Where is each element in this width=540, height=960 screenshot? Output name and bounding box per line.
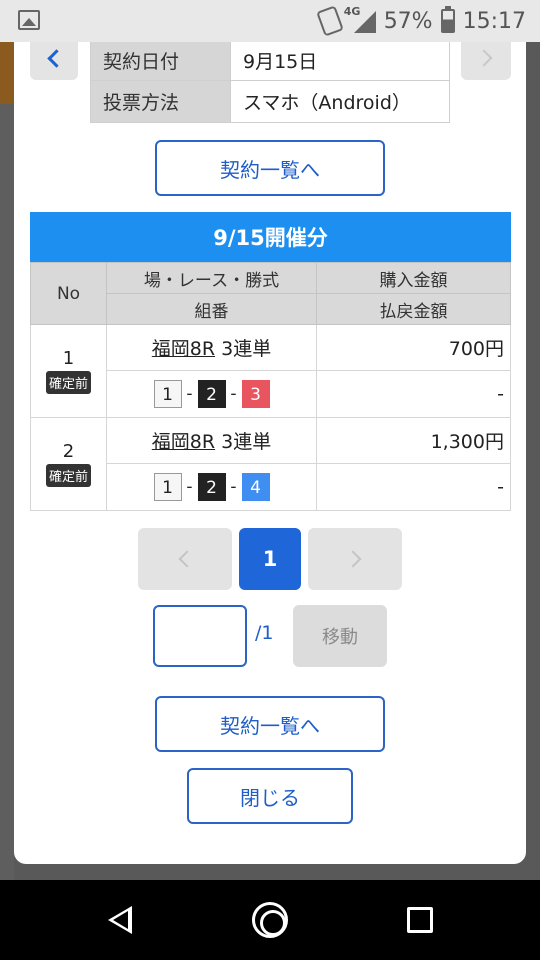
contract-list-button-bottom[interactable]: 契約一覧へ xyxy=(155,696,385,752)
payout-amount: - xyxy=(316,463,511,511)
table-row: 2 確定前 福岡8R 3連単 1,300円 xyxy=(30,417,511,511)
race-cell: 福岡8R 3連単 xyxy=(106,417,317,464)
page-total: /1 xyxy=(255,622,274,644)
back-icon[interactable] xyxy=(108,906,132,934)
first-place-chip: 1 xyxy=(153,473,182,501)
wifi-calling-icon xyxy=(315,5,344,37)
vote-method-row: 投票方法 スマホ（Android） xyxy=(90,79,450,123)
purchase-amount: 1,300円 xyxy=(316,417,511,464)
third-place-chip: 4 xyxy=(241,473,270,501)
second-place-chip: 2 xyxy=(197,380,226,408)
header-row-1: No 場・レース・勝式 購入金額 xyxy=(30,262,511,325)
close-button[interactable]: 閉じる xyxy=(187,768,353,824)
race-link[interactable]: 福岡8R xyxy=(152,338,215,360)
payout-amount: - xyxy=(316,370,511,418)
combination-cell: 1-2-3 xyxy=(106,370,317,418)
bets-table: No 場・レース・勝式 購入金額 組番 払戻金額 1 確定前 福岡8R 3連単 … xyxy=(30,262,511,511)
background-page xyxy=(0,42,14,880)
combination-cell: 1-2-4 xyxy=(106,463,317,511)
background-header xyxy=(0,42,14,104)
purchase-amount: 700円 xyxy=(316,324,511,371)
first-place-chip: 1 xyxy=(153,380,182,408)
clock: 15:17 xyxy=(462,8,526,34)
bet-type: 3連単 xyxy=(221,338,272,360)
vote-method-value: スマホ（Android） xyxy=(230,79,450,123)
contract-info-table: 契約日付 9月15日 投票方法 スマホ（Android） xyxy=(90,42,450,123)
section-title: 9/15開催分 xyxy=(30,212,511,262)
status-indicators: 4G 57% 15:17 xyxy=(315,5,526,37)
contract-list-button-top[interactable]: 契約一覧へ xyxy=(155,140,385,196)
home-icon[interactable] xyxy=(252,902,288,938)
bet-type: 3連単 xyxy=(221,431,272,453)
move-button[interactable]: 移動 xyxy=(293,605,387,667)
second-place-chip: 2 xyxy=(197,473,226,501)
contract-date-value: 9月15日 xyxy=(230,42,450,81)
system-navigation-bar xyxy=(0,880,540,960)
contract-date-row: 契約日付 9月15日 xyxy=(90,42,450,81)
battery-icon xyxy=(440,6,455,33)
previous-contract-button[interactable] xyxy=(30,42,78,80)
bet-number: 1 xyxy=(62,348,75,369)
col-no: No xyxy=(30,262,107,325)
col-combination: 組番 xyxy=(106,293,317,325)
vote-method-label: 投票方法 xyxy=(90,79,231,123)
bet-number: 2 xyxy=(62,441,75,462)
prev-page-button[interactable] xyxy=(138,528,232,590)
race-link[interactable]: 福岡8R xyxy=(152,431,215,453)
next-page-button[interactable] xyxy=(308,528,402,590)
col-race-info: 場・レース・勝式 xyxy=(106,262,317,294)
gallery-icon xyxy=(18,10,40,30)
contract-date-label: 契約日付 xyxy=(90,42,231,81)
signal-icon: 4G xyxy=(344,5,376,33)
battery-percent: 57% xyxy=(383,8,433,34)
next-contract-button[interactable] xyxy=(461,42,511,80)
col-payout: 払戻金額 xyxy=(316,293,511,325)
status-badge: 確定前 xyxy=(45,464,91,487)
race-cell: 福岡8R 3連単 xyxy=(106,324,317,371)
bet-no-cell: 2 確定前 xyxy=(30,417,107,511)
bet-no-cell: 1 確定前 xyxy=(30,324,107,418)
status-badge: 確定前 xyxy=(45,371,91,394)
page-number-input[interactable] xyxy=(153,605,247,667)
third-place-chip: 3 xyxy=(241,380,270,408)
table-row: 1 確定前 福岡8R 3連単 700円 xyxy=(30,324,511,418)
status-bar: 4G 57% 15:17 xyxy=(0,0,540,42)
current-page-button[interactable]: 1 xyxy=(239,528,301,590)
contract-detail-modal: 契約日付 9月15日 投票方法 スマホ（Android） 契約一覧へ 9/15開… xyxy=(14,42,526,864)
col-purchase: 購入金額 xyxy=(316,262,511,294)
recent-apps-icon[interactable] xyxy=(407,907,433,933)
